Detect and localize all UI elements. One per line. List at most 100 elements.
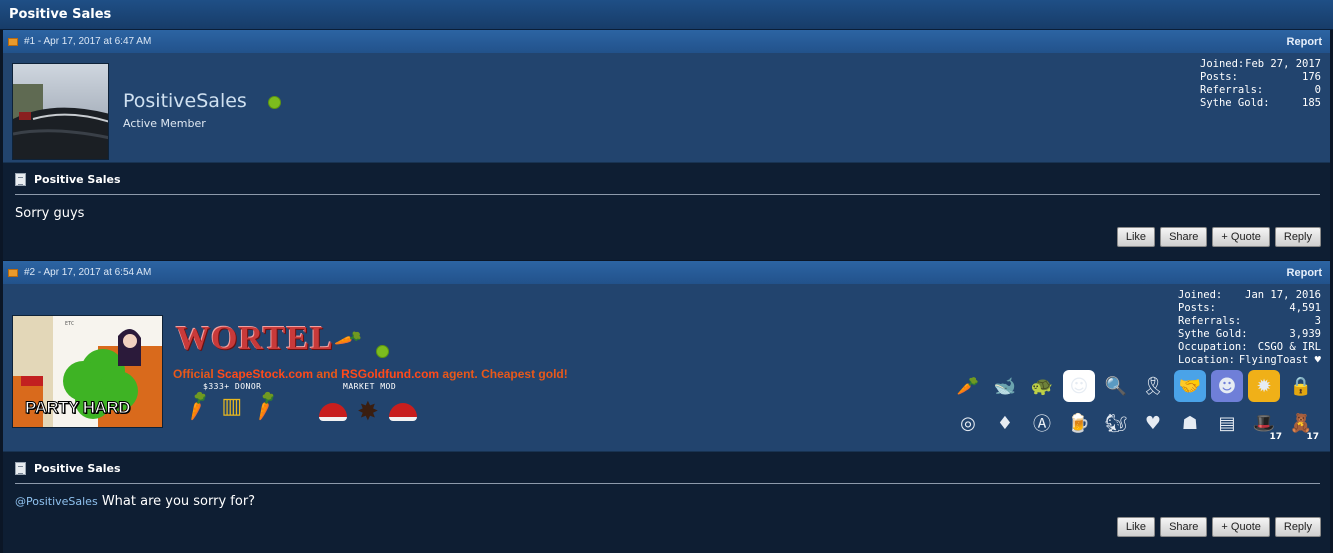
gold-stack-icon[interactable]: ▤	[1211, 407, 1243, 439]
teddy-bear-icon[interactable]: 🧸 17	[1285, 407, 1319, 443]
rsgoldfund-link[interactable]: RSGoldfund.com	[341, 367, 439, 381]
carrot-icon-glyph: 🥕	[956, 375, 980, 397]
vader-icon[interactable]: ☗	[1174, 407, 1206, 439]
stat-referrals: Referrals: 3	[1178, 315, 1321, 327]
spiky-ball-icon: ✸	[357, 396, 379, 426]
post-header: #2 - Apr 17, 2017 at 6:54 AM Report	[3, 261, 1330, 284]
stat-joined: Joined: Feb 27, 2017	[1200, 58, 1321, 70]
anonymous-mask-icon[interactable]: ☺	[1063, 370, 1095, 402]
donor-badge-icons: 🥕 ▥ 🥕	[179, 388, 283, 423]
share-button[interactable]: Share	[1160, 517, 1208, 537]
stat-sythe-gold: Sythe Gold: 3,939	[1178, 328, 1321, 340]
like-button[interactable]: Like	[1116, 517, 1156, 537]
heart-n4n0-icon-glyph: ♥	[1144, 412, 1162, 434]
trophy-grid: 🥕 🐋 🐢 ☺ 🔍 🎗 🤝 ☻ ✹ 🔒 ◎ ♦ Ⓐ 🍺 🐿 ♥ ☗ ▤ 🎩 17 🧸 17	[952, 370, 1322, 443]
reply-button[interactable]: Reply	[1274, 227, 1321, 247]
document-icon	[15, 462, 26, 475]
username[interactable]: PositiveSales	[123, 90, 247, 112]
quote-button[interactable]: + Quote	[1212, 227, 1270, 247]
gold-badge-icon-glyph: ✹	[1256, 375, 1272, 397]
user-info-bar: PositiveSales Active Member Joined: Feb 2…	[3, 53, 1330, 163]
rio-2016-icon-glyph: ◎	[960, 412, 976, 434]
online-status-icon	[376, 345, 389, 358]
handshake-icon-glyph: 🤝	[1178, 375, 1202, 397]
gold-coins-icon: ▥	[221, 393, 243, 418]
rio-2016-icon[interactable]: ◎	[952, 407, 984, 439]
green-hat-icon-glyph: 🎩	[1252, 412, 1276, 434]
anonymous-mask-icon-glyph: ☺	[1069, 375, 1089, 397]
message-text: @PositiveSales What are you sorry for?	[15, 494, 256, 509]
magnifier-icon-glyph: 🔍	[1104, 375, 1128, 397]
trophy-count: 17	[1269, 432, 1282, 442]
handshake-icon[interactable]: 🤝	[1174, 370, 1206, 402]
magnifier-icon[interactable]: 🔍	[1100, 370, 1132, 402]
post: #2 - Apr 17, 2017 at 6:54 AM Report ETC …	[3, 261, 1330, 553]
report-link[interactable]: Report	[1287, 36, 1322, 48]
trophy-count: 17	[1306, 432, 1319, 442]
post-permalink[interactable]: #1 - Apr 17, 2017 at 6:47 AM	[24, 36, 151, 47]
stat-posts: Posts: 176	[1200, 71, 1321, 83]
message-text: Sorry guys	[15, 206, 85, 221]
message-title: Positive Sales	[15, 462, 1320, 484]
market-mod-badge-label: MARKET MOD	[343, 382, 397, 391]
stat-posts: Posts: 4,591	[1178, 302, 1321, 314]
post-actions: Like Share + Quote Reply	[1116, 227, 1321, 247]
username[interactable]: WORTEL	[176, 320, 334, 358]
santa-hat-icon	[388, 402, 417, 421]
anarchy-icon[interactable]: Ⓐ	[1026, 407, 1058, 439]
user-mention-link[interactable]: @PositiveSales	[15, 495, 98, 508]
lock-icon[interactable]: 🔒	[1285, 370, 1317, 402]
message-title: Positive Sales	[15, 173, 1320, 195]
blastoise-icon[interactable]: 🐢	[1026, 370, 1058, 402]
avatar-image	[13, 64, 108, 159]
green-hat-icon[interactable]: 🎩 17	[1248, 407, 1282, 443]
post-body: Positive Sales Sorry guys Like Share + Q…	[3, 163, 1330, 260]
stat-location: Location: FlyingToast ♥	[1178, 354, 1321, 366]
stat-sythe-gold: Sythe Gold: 185	[1200, 97, 1321, 109]
discord-icon[interactable]: ☻	[1211, 370, 1243, 402]
report-link[interactable]: Report	[1287, 267, 1322, 279]
post-permalink[interactable]: #2 - Apr 17, 2017 at 6:54 AM	[24, 267, 151, 278]
blastoise-icon-glyph: 🐢	[1030, 375, 1054, 397]
whale-icon[interactable]: 🐋	[989, 370, 1021, 402]
discord-icon-glyph: ☻	[1217, 375, 1237, 397]
stat-joined: Joined: Jan 17, 2016	[1178, 289, 1321, 301]
share-button[interactable]: Share	[1160, 227, 1208, 247]
post-icon	[8, 268, 18, 277]
carrot-icon: 🥕	[332, 324, 364, 355]
avatar[interactable]	[12, 63, 109, 160]
avatar-caption: PARTY HARD	[25, 398, 131, 418]
post-header: #1 - Apr 17, 2017 at 6:47 AM Report	[3, 30, 1330, 53]
lock-icon-glyph: 🔒	[1289, 375, 1313, 397]
carrot-icon: 🥕	[179, 387, 216, 424]
post-actions: Like Share + Quote Reply	[1116, 517, 1321, 537]
ribbon-icon[interactable]: 🎗	[1137, 370, 1169, 402]
squirrel-icon[interactable]: 🐿	[1100, 407, 1132, 439]
squirrel-icon-glyph: 🐿	[1104, 412, 1128, 434]
like-button[interactable]: Like	[1116, 227, 1156, 247]
quote-button[interactable]: + Quote	[1212, 517, 1270, 537]
reply-button[interactable]: Reply	[1274, 517, 1321, 537]
scapestock-link[interactable]: ScapeStock.com	[217, 367, 313, 381]
donor-badge-label: $333+ DONOR	[203, 382, 262, 391]
user-stats: Joined: Feb 27, 2017 Posts: 176 Referrals:…	[1200, 58, 1321, 110]
avatar[interactable]: ETC PARTY HARD	[12, 315, 163, 428]
document-icon	[15, 173, 26, 186]
teddy-bear-icon-glyph: 🧸	[1289, 412, 1313, 434]
beer-mug-icon-glyph: 🍺	[1067, 412, 1091, 434]
user-info-bar: ETC PARTY HARD WORTEL 🥕 Official ScapeSt…	[3, 284, 1330, 452]
red-ribbon-icon[interactable]: ♦	[989, 407, 1021, 439]
gold-badge-icon[interactable]: ✹	[1248, 370, 1280, 402]
user-stats: Joined: Jan 17, 2016 Posts: 4,591 Referral…	[1178, 289, 1321, 367]
user-title: Active Member	[123, 117, 206, 130]
heart-n4n0-icon[interactable]: ♥	[1137, 407, 1169, 439]
carrot-icon[interactable]: 🥕	[952, 370, 984, 402]
ribbon-icon-glyph: 🎗	[1141, 375, 1165, 397]
red-ribbon-icon-glyph: ♦	[996, 412, 1014, 434]
beer-mug-icon[interactable]: 🍺	[1063, 407, 1095, 439]
gold-stack-icon-glyph: ▤	[1218, 412, 1236, 434]
market-mod-badge-icons: ✸	[319, 396, 417, 427]
stat-referrals: Referrals: 0	[1200, 84, 1321, 96]
username-banner[interactable]: WORTEL 🥕	[176, 320, 364, 358]
online-status-icon	[268, 96, 281, 109]
